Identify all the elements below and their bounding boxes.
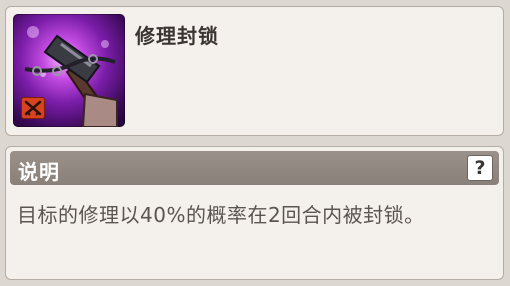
crossed-swords-icon: [21, 97, 45, 119]
description-title: 说明: [18, 160, 60, 184]
description-text: 目标的修理以40%的概率在2回合内被封锁。: [17, 203, 425, 227]
skill-name: 修理封锁: [135, 24, 219, 48]
help-button[interactable]: ?: [467, 155, 493, 181]
description-panel: 说明 ? 目标的修理以40%的概率在2回合内被封锁。: [5, 146, 504, 280]
skill-panel: 修理封锁: [5, 6, 504, 136]
description-header: 说明 ?: [10, 151, 499, 185]
hammer-icon: [13, 14, 125, 127]
